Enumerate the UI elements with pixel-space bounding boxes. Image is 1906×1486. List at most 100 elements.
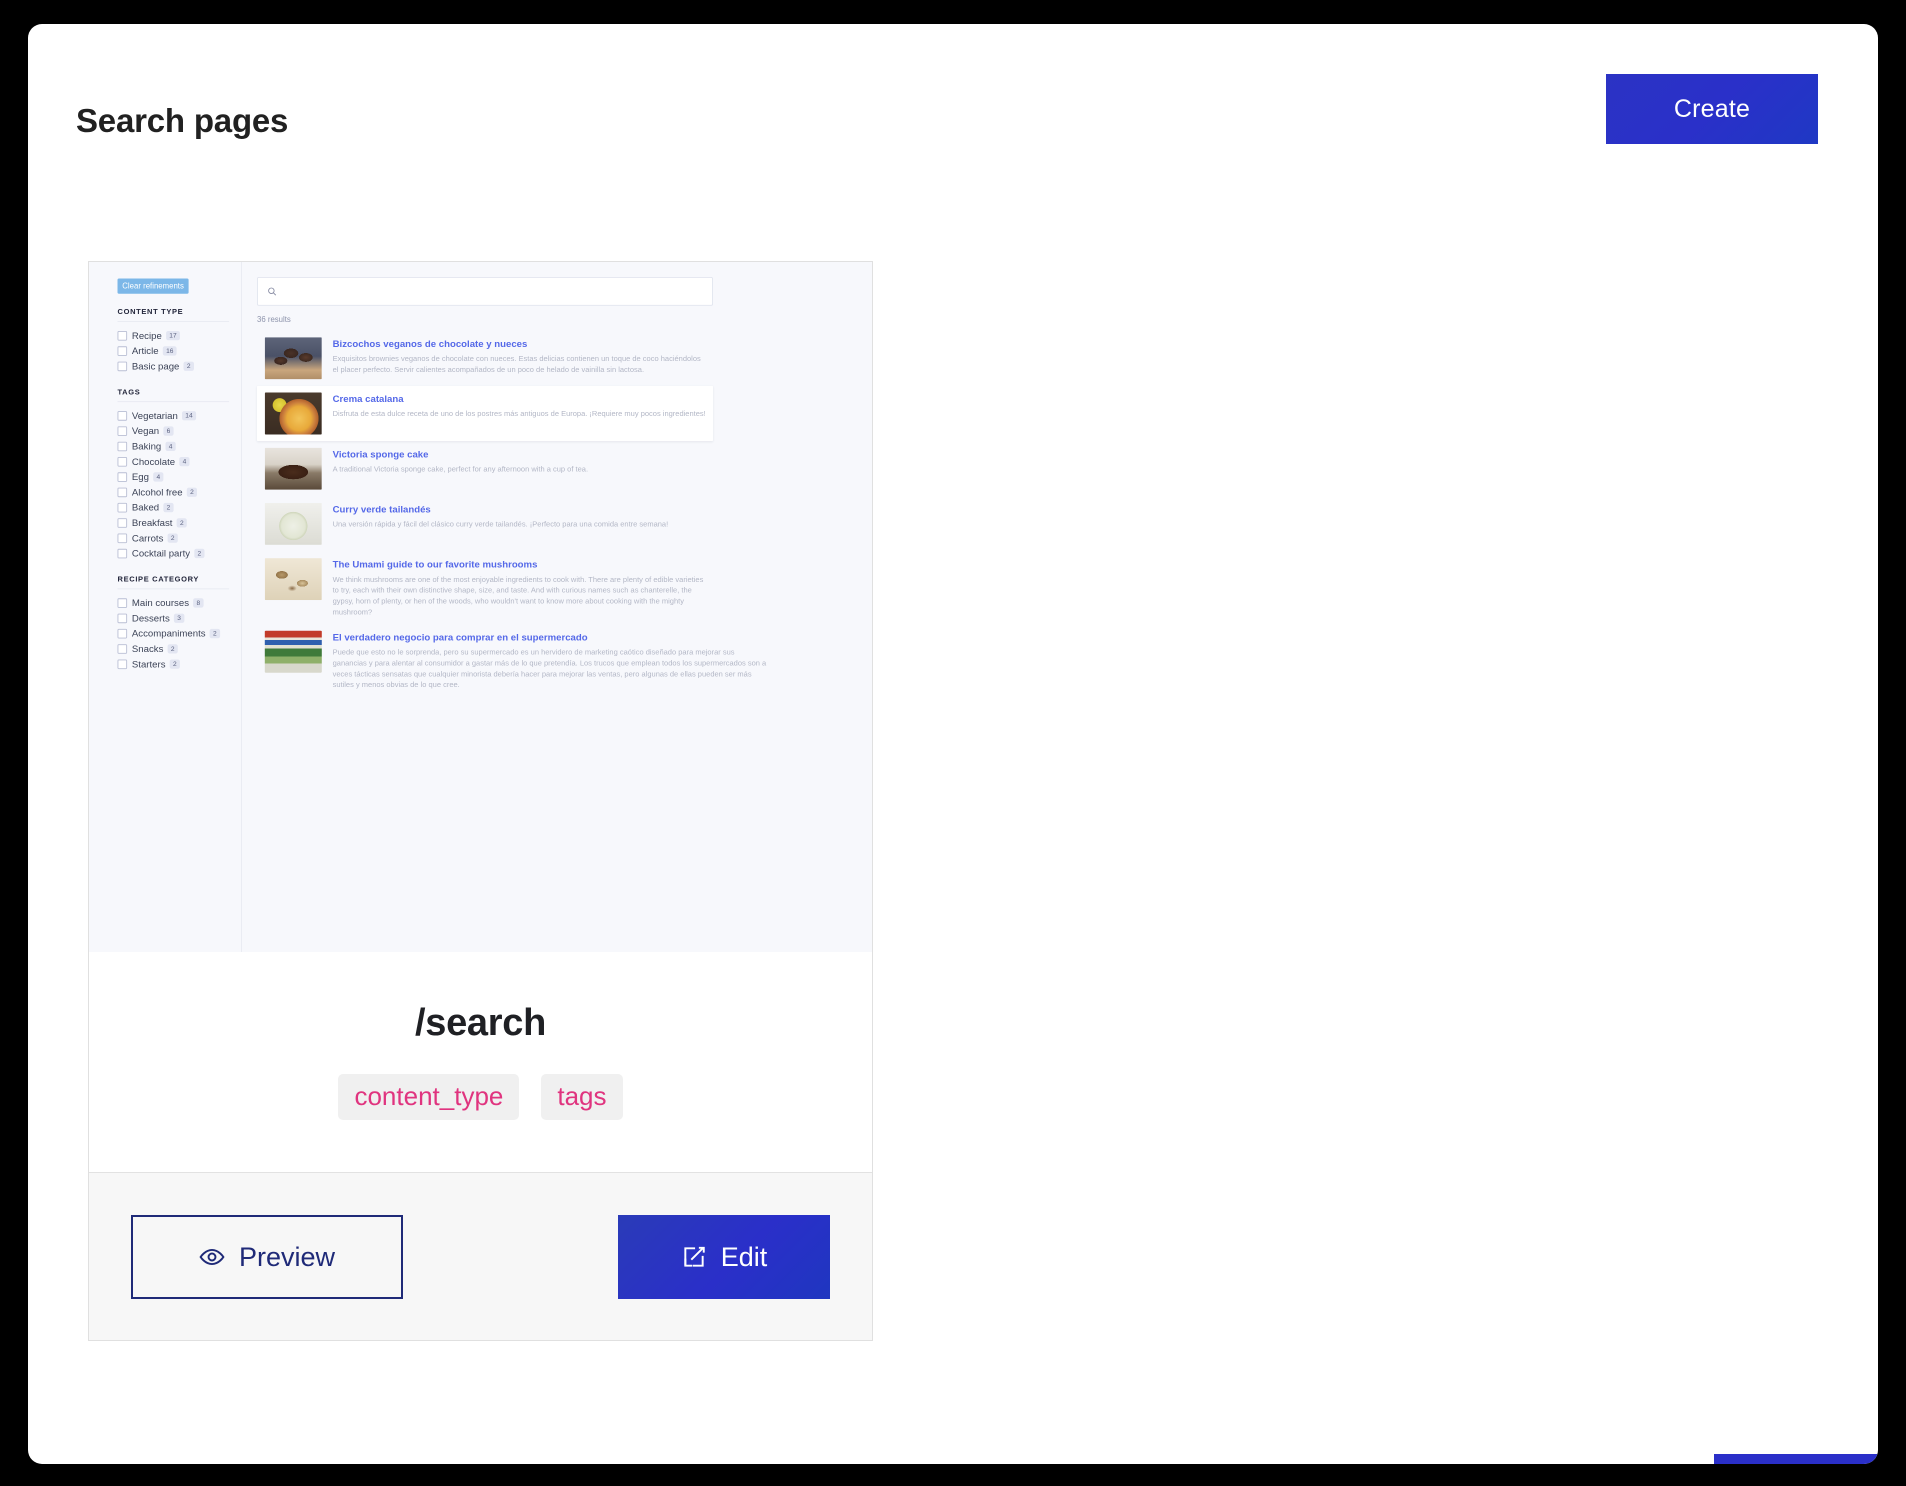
result-item[interactable]: El verdadero negocio para comprar en el … <box>257 624 766 697</box>
preview-button[interactable]: Preview <box>131 1215 403 1299</box>
checkbox-icon[interactable] <box>117 410 128 421</box>
results-count: 36 results <box>257 314 291 324</box>
checkbox-icon[interactable] <box>117 613 128 624</box>
facet-group-title: CONTENT TYPE <box>117 308 230 322</box>
facet-label: Baked <box>131 502 160 513</box>
facet-label: Baking <box>131 440 162 452</box>
search-icon <box>268 287 277 296</box>
preview-result-list: Bizcochos veganos de chocolate y nueces … <box>257 331 766 697</box>
checkbox-icon[interactable] <box>117 346 128 356</box>
checkbox-icon[interactable] <box>117 644 128 654</box>
facet-item[interactable]: Baking 4 <box>117 439 230 454</box>
checkbox-icon[interactable] <box>117 361 128 372</box>
result-description: Disfruta de esta dulce receta de uno de … <box>332 409 706 419</box>
facet-count: 2 <box>167 644 178 654</box>
facet-count: 3 <box>173 613 185 623</box>
page-header: Search pages Create <box>28 24 1878 204</box>
facet-label: Basic page <box>131 360 180 372</box>
facet-group-title: TAGS <box>117 388 230 403</box>
result-title[interactable]: Curry verde tailandés <box>333 504 669 515</box>
checkbox-icon[interactable] <box>117 426 128 436</box>
facet-item[interactable]: Vegan 6 <box>117 423 230 438</box>
facet-group-recipe-category: RECIPE CATEGORY Main courses 8 Desserts … <box>117 575 230 672</box>
checkbox-icon[interactable] <box>117 659 128 669</box>
result-item[interactable]: The Umami guide to our favorite mushroom… <box>257 552 713 625</box>
facet-item[interactable]: Desserts 3 <box>117 611 230 626</box>
facet-item[interactable]: Recipe 17 <box>117 328 230 343</box>
facet-label: Breakfast <box>131 517 173 529</box>
crema-catalana-thumbnail <box>264 392 322 435</box>
result-title[interactable]: El verdadero negocio para comprar en el … <box>333 632 768 643</box>
facet-item[interactable]: Starters 2 <box>117 657 230 672</box>
checkbox-icon[interactable] <box>117 441 128 452</box>
result-description: A traditional Victoria sponge cake, perf… <box>332 464 589 474</box>
facet-item[interactable]: Baked 2 <box>117 500 230 515</box>
result-description: Una versión rápida y fácil del clásico c… <box>332 520 669 529</box>
victoria-sponge-thumbnail <box>264 447 322 490</box>
checkbox-icon[interactable] <box>117 518 128 528</box>
page-facet-chips: content_type tags <box>89 1074 872 1120</box>
checkbox-icon[interactable] <box>117 533 128 543</box>
create-button[interactable]: Create <box>1606 74 1818 144</box>
facet-label: Carrots <box>131 532 164 544</box>
checkbox-icon[interactable] <box>117 330 128 341</box>
facet-count: 4 <box>165 441 176 451</box>
result-title[interactable]: Crema catalana <box>333 393 706 405</box>
page-preview-thumbnail: Clear refinements CONTENT TYPE Recipe 17… <box>89 262 872 952</box>
facet-item[interactable]: Breakfast 2 <box>117 515 230 530</box>
checkbox-icon[interactable] <box>117 487 128 498</box>
preview-facet-sidebar: Clear refinements CONTENT TYPE Recipe 17… <box>89 262 242 952</box>
clear-refinements-button[interactable]: Clear refinements <box>117 278 189 294</box>
edit-button-label: Edit <box>720 1241 768 1272</box>
facet-label: Chocolate <box>131 456 176 467</box>
result-item[interactable]: Victoria sponge cake A traditional Victo… <box>257 441 713 496</box>
edit-button[interactable]: Edit <box>618 1215 830 1299</box>
facet-count: 17 <box>165 331 180 341</box>
checkbox-icon[interactable] <box>117 472 128 482</box>
facet-group-content-type: CONTENT TYPE Recipe 17 Article 16 Basic … <box>117 308 230 374</box>
result-description: Puede que esto no le sorprenda, pero su … <box>332 647 767 689</box>
facet-item[interactable]: Carrots 2 <box>117 531 230 546</box>
result-body: The Umami guide to our favorite mushroom… <box>333 558 709 617</box>
checkbox-icon[interactable] <box>117 548 128 559</box>
checkbox-icon[interactable] <box>117 628 128 639</box>
preview-search-input[interactable] <box>257 277 713 306</box>
facet-count: 4 <box>153 472 164 482</box>
facet-label: Article <box>131 345 159 357</box>
checkbox-icon[interactable] <box>117 598 128 608</box>
facet-item[interactable]: Main courses 8 <box>117 595 230 610</box>
facet-label: Starters <box>131 658 166 670</box>
facet-label: Snacks <box>131 643 164 655</box>
facet-item[interactable]: Article 16 <box>117 343 230 358</box>
facet-item[interactable]: Snacks 2 <box>117 641 230 656</box>
result-item[interactable]: Crema catalana Disfruta de esta dulce re… <box>257 385 713 442</box>
facet-label: Accompaniments <box>131 628 206 639</box>
facet-item[interactable]: Cocktail party 2 <box>117 546 230 561</box>
facet-count: 2 <box>169 659 180 669</box>
facet-item[interactable]: Chocolate 4 <box>117 454 230 469</box>
facet-count: 6 <box>163 426 174 436</box>
result-title[interactable]: Victoria sponge cake <box>333 449 588 460</box>
eye-icon <box>199 1248 225 1266</box>
result-item[interactable]: Curry verde tailandés Una versión rápida… <box>257 496 713 551</box>
facet-item[interactable]: Vegetarian 14 <box>117 408 230 423</box>
result-title[interactable]: The Umami guide to our favorite mushroom… <box>333 559 709 570</box>
facet-label: Alcohol free <box>131 486 183 498</box>
facet-count: 2 <box>183 361 194 371</box>
mushrooms-thumbnail <box>264 558 322 601</box>
checkbox-icon[interactable] <box>117 456 128 467</box>
preview-button-label: Preview <box>238 1241 336 1272</box>
facet-item[interactable]: Alcohol free 2 <box>117 485 230 500</box>
checkbox-icon[interactable] <box>117 502 128 513</box>
result-body: El verdadero negocio para comprar en el … <box>333 631 768 690</box>
facet-item[interactable]: Egg 4 <box>117 469 230 484</box>
result-item[interactable]: Bizcochos veganos de chocolate y nueces … <box>257 331 713 386</box>
search-page-card[interactable]: Clear refinements CONTENT TYPE Recipe 17… <box>88 261 873 1341</box>
result-title[interactable]: Bizcochos veganos de chocolate y nueces <box>333 338 709 350</box>
mini-site-preview: Clear refinements CONTENT TYPE Recipe 17… <box>89 262 872 952</box>
curry-thumbnail <box>264 502 322 545</box>
app-window: Search pages Create Clear refinements CO… <box>28 24 1878 1464</box>
facet-item[interactable]: Basic page 2 <box>117 359 230 374</box>
card-footer: Preview Edit <box>89 1172 872 1340</box>
facet-item[interactable]: Accompaniments 2 <box>117 626 230 641</box>
